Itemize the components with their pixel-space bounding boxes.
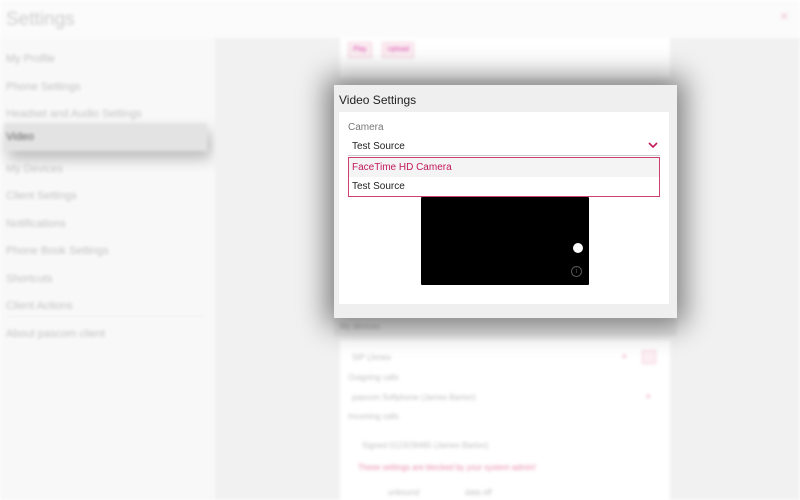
chevron-down-icon[interactable] (648, 142, 658, 149)
dialog-title: Video Settings (339, 93, 417, 107)
camera-select[interactable]: Test Source (348, 138, 660, 156)
camera-label: Camera (348, 122, 384, 133)
info-icon[interactable]: i (571, 266, 582, 277)
camera-option-test-source[interactable]: Test Source (349, 177, 659, 196)
dialog-body: Camera Test Source FaceTime HD Camera Te… (339, 112, 669, 304)
video-settings-dialog: Video Settings Camera Test Source FaceTi… (334, 85, 677, 318)
camera-selected-value: Test Source (352, 141, 405, 152)
camera-option-facetime[interactable]: FaceTime HD Camera (349, 158, 659, 177)
video-preview: i (421, 197, 589, 285)
preview-dot-icon (573, 243, 583, 253)
camera-dropdown-list: FaceTime HD Camera Test Source (348, 157, 660, 197)
